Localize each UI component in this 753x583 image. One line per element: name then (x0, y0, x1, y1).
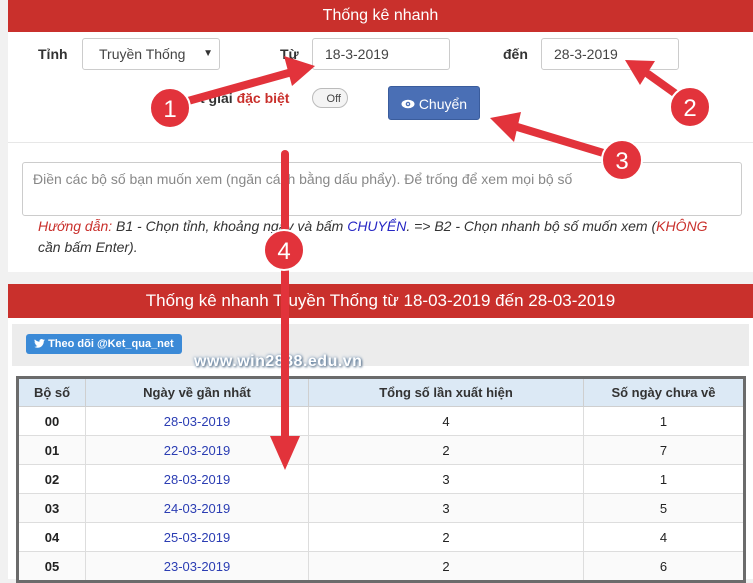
guide-step1: B1 - Chọn tỉnh, khoảng ngày và bấm (112, 218, 348, 234)
cell-number: 03 (17, 493, 86, 523)
table-row: 02 28-03-2019 3 1 (17, 464, 745, 494)
twitter-strip: Theo dõi @Ket_qua_net (12, 324, 749, 366)
stats-table: Bộ số Ngày về gần nhất Tổng số lần xuất … (16, 376, 746, 583)
special-prize-label: t giải đặc biệt (200, 90, 289, 106)
cell-number: 04 (17, 522, 86, 552)
column-header[interactable]: Bộ số (17, 377, 86, 407)
table-row: 03 24-03-2019 3 5 (17, 493, 745, 523)
table-row: 01 22-03-2019 2 7 (17, 435, 745, 465)
watermark-text: www.win2888.edu.vn (194, 353, 363, 370)
cell-last-date[interactable]: 25-03-2019 (85, 522, 309, 552)
guide-text: Hướng dẫn: B1 - Chọn tỉnh, khoảng ngày v… (38, 216, 728, 258)
twitter-follow-button[interactable]: Theo dõi @Ket_qua_net (26, 334, 182, 354)
cell-days-missing: 6 (583, 551, 745, 582)
cell-total-count: 2 (308, 551, 584, 582)
cell-number: 05 (17, 551, 86, 582)
form-title: Thống kê nhanh (8, 0, 753, 32)
eye-icon (401, 96, 419, 112)
province-label: Tỉnh (38, 46, 68, 62)
results-panel: Thống kê nhanh Truyền Thống từ 18-03-201… (8, 284, 753, 583)
column-header[interactable]: Tổng số lần xuất hiện (308, 377, 584, 407)
column-header[interactable]: Số ngày chưa về (583, 377, 745, 407)
results-title: Thống kê nhanh Truyền Thống từ 18-03-201… (8, 284, 753, 318)
cell-last-date[interactable]: 22-03-2019 (85, 435, 309, 465)
column-header[interactable]: Ngày về gần nhất (85, 377, 309, 407)
guide-step2: . => B2 - Chọn nhanh bộ số muốn xem ( (406, 218, 657, 234)
cell-days-missing: 7 (583, 435, 745, 465)
quick-stats-form-panel: Thống kê nhanh Tỉnh Truyền Thống ▼ Từ 18… (8, 0, 753, 272)
toggle-state-label: Off (326, 93, 341, 105)
guide-keyword-khong: KHÔNG (656, 218, 708, 234)
numbers-input-placeholder: Điền các bộ số bạn muốn xem (ngăn cách b… (33, 171, 573, 187)
cell-total-count: 2 (308, 435, 584, 465)
cell-last-date[interactable]: 24-03-2019 (85, 493, 309, 523)
special-prize-highlight: đặc biệt (236, 90, 290, 106)
submit-button-label: Chuyển (418, 96, 468, 112)
to-date-label: đến (503, 46, 528, 62)
cell-last-date[interactable]: 28-03-2019 (85, 406, 309, 436)
province-select[interactable]: Truyền Thống ▼ (82, 38, 220, 70)
cell-total-count: 4 (308, 406, 584, 436)
cell-total-count: 2 (308, 522, 584, 552)
cell-last-date[interactable]: 28-03-2019 (85, 464, 309, 494)
cell-last-date[interactable]: 23-03-2019 (85, 551, 309, 582)
from-date-input[interactable]: 18-3-2019 (312, 38, 450, 70)
special-prize-prefix: t giải (200, 90, 233, 106)
guide-keyword-chuyen: CHUYỂN (347, 218, 407, 234)
cell-number: 02 (17, 464, 86, 494)
table-row: 00 28-03-2019 4 1 (17, 406, 745, 436)
guide-ending: cần bấm Enter). (38, 239, 138, 255)
numbers-input[interactable]: Điền các bộ số bạn muốn xem (ngăn cách b… (22, 162, 742, 216)
cell-days-missing: 5 (583, 493, 745, 523)
from-date-label: Từ (280, 46, 299, 62)
twitter-bird-icon (34, 338, 48, 350)
special-prize-toggle[interactable]: Off (312, 88, 348, 108)
twitter-follow-label: Theo dõi @Ket_qua_net (48, 338, 174, 350)
chevron-down-icon: ▼ (203, 48, 213, 59)
cell-days-missing: 4 (583, 522, 745, 552)
table-header-row: Bộ số Ngày về gần nhất Tổng số lần xuất … (17, 377, 745, 407)
cell-days-missing: 1 (583, 406, 745, 436)
guide-heading: Hướng dẫn: (38, 218, 113, 234)
cell-number: 00 (17, 406, 86, 436)
cell-total-count: 3 (308, 493, 584, 523)
cell-number: 01 (17, 435, 86, 465)
form-divider (8, 142, 753, 143)
to-date-input[interactable]: 28-3-2019 (541, 38, 679, 70)
cell-days-missing: 1 (583, 464, 745, 494)
submit-button[interactable]: Chuyển (388, 86, 480, 120)
province-select-value: Truyền Thống (99, 46, 186, 62)
cell-total-count: 3 (308, 464, 584, 494)
table-row: 04 25-03-2019 2 4 (17, 522, 745, 552)
table-row: 05 23-03-2019 2 6 (17, 551, 745, 582)
